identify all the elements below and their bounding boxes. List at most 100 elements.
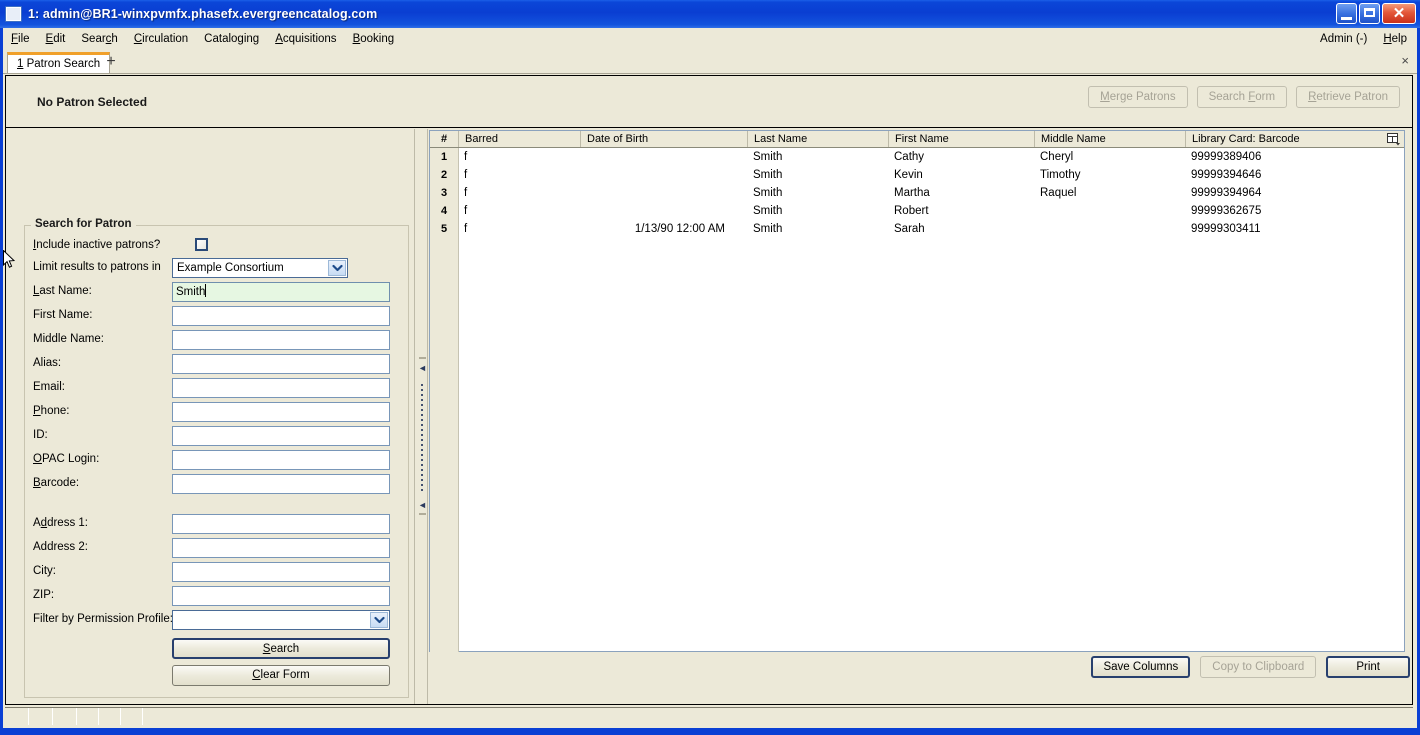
- field-label: Include inactive patrons?: [33, 239, 161, 251]
- save-columns-button[interactable]: Save Columns: [1091, 656, 1191, 678]
- cell-dob: [580, 166, 747, 184]
- permission-profile-select[interactable]: [172, 610, 390, 630]
- column-header-last-name[interactable]: Last Name: [747, 131, 888, 147]
- org-unit-value: Example Consortium: [177, 262, 284, 274]
- middle-name-input[interactable]: [172, 330, 390, 350]
- retrieve-patron-button[interactable]: Retrieve Patron: [1296, 86, 1400, 108]
- cell-first-name: Cathy: [894, 151, 925, 163]
- new-tab-button[interactable]: +: [101, 53, 121, 71]
- window-title: 1: admin@BR1-winxpvmfx.phasefx.evergreen…: [28, 7, 378, 21]
- cell-middle-name: [1034, 202, 1185, 220]
- cell-barred: f: [464, 169, 468, 181]
- application-window: 1: admin@BR1-winxpvmfx.phasefx.evergreen…: [0, 0, 1420, 735]
- close-tab-icon[interactable]: ×: [1401, 53, 1409, 68]
- field-label: Phone:: [33, 405, 70, 417]
- field-label: Email:: [33, 381, 65, 393]
- address-2-input[interactable]: [172, 538, 390, 558]
- menu-bar: File Edit Search Circulation Cataloging …: [3, 28, 1417, 50]
- field-label: Middle Name:: [33, 333, 104, 345]
- fieldset-legend: Search for Patron: [31, 218, 136, 230]
- org-unit-select[interactable]: Example Consortium: [172, 258, 348, 278]
- alias-input[interactable]: [172, 354, 390, 374]
- city-input[interactable]: [172, 562, 390, 582]
- menu-circulation[interactable]: Circulation: [126, 30, 196, 48]
- barcode-input[interactable]: [172, 474, 390, 494]
- menu-help[interactable]: Help: [1375, 30, 1415, 48]
- email-input[interactable]: [172, 378, 390, 398]
- column-picker-icon[interactable]: [1386, 132, 1402, 146]
- row-number: 3: [430, 184, 458, 202]
- search-form-button[interactable]: Search Form: [1196, 86, 1288, 108]
- collapse-left-icon[interactable]: ◄: [418, 364, 427, 373]
- tab-label: Patron Search: [26, 58, 101, 70]
- first-name-input[interactable]: [172, 306, 390, 326]
- merge-patrons-button[interactable]: Merge Patrons: [1088, 86, 1188, 108]
- zip-input[interactable]: [172, 586, 390, 606]
- field-include-inactive: Include inactive patrons?: [25, 236, 410, 256]
- cell-barcode: 99999303411: [1191, 223, 1261, 235]
- menu-edit[interactable]: Edit: [38, 30, 74, 48]
- table-row[interactable]: 4 f Smith Robert 99999362675: [430, 202, 1404, 220]
- column-header-first-name[interactable]: First Name: [888, 131, 1034, 147]
- collapse-right-icon[interactable]: ◄: [418, 501, 427, 510]
- phone-input[interactable]: [172, 402, 390, 422]
- field-label: Address 1:: [33, 517, 88, 529]
- column-header-barred[interactable]: Barred: [458, 131, 580, 147]
- status-segment: [5, 708, 29, 725]
- menu-file[interactable]: File: [3, 30, 38, 48]
- print-button[interactable]: Print: [1326, 656, 1410, 678]
- field-label: Filter by Permission Profile:: [33, 613, 173, 625]
- cell-first-name: Robert: [894, 205, 929, 217]
- cell-barcode: 99999394964: [1191, 187, 1262, 199]
- table-row[interactable]: 2 f Smith Kevin Timothy 99999394646: [430, 166, 1404, 184]
- field-id: ID:: [25, 426, 410, 446]
- minimize-button[interactable]: [1336, 3, 1357, 24]
- table-row[interactable]: 1 f Smith Cathy Cheryl 99999389406: [430, 148, 1404, 166]
- column-header-dob[interactable]: Date of Birth: [580, 131, 747, 147]
- field-label: Barcode:: [33, 477, 80, 489]
- tab-patron-search[interactable]: 1 Patron Search: [7, 52, 111, 73]
- results-pane: # Barred Date of Birth Last Name First N…: [428, 129, 1412, 704]
- column-header-library-card[interactable]: Library Card: Barcode: [1185, 131, 1386, 147]
- table-row[interactable]: 3 f Smith Martha Raquel 99999394964: [430, 184, 1404, 202]
- include-inactive-checkbox[interactable]: [195, 238, 208, 251]
- maximize-button[interactable]: [1359, 3, 1380, 24]
- close-button[interactable]: ✕: [1382, 3, 1416, 24]
- opac-login-input[interactable]: [172, 450, 390, 470]
- status-segment: [77, 708, 99, 725]
- field-middle-name: Middle Name:: [25, 330, 410, 350]
- patron-summary-bar: No Patron Selected Merge Patrons Search …: [6, 76, 1412, 128]
- table-row[interactable]: 5 f 1/13/90 12:00 AM Smith Sarah 9999930…: [430, 220, 1404, 238]
- table-header-row: # Barred Date of Birth Last Name First N…: [430, 131, 1404, 148]
- row-number: 5: [430, 220, 458, 238]
- id-input[interactable]: [172, 426, 390, 446]
- status-segment: [53, 708, 77, 725]
- field-opac-login: OPAC Login:: [25, 450, 410, 470]
- splitter-grip: [421, 384, 423, 494]
- close-icon: ✕: [1392, 5, 1406, 22]
- last-name-value: Smith: [176, 286, 206, 298]
- cell-barcode: 99999389406: [1191, 151, 1262, 163]
- field-label: Last Name:: [33, 285, 92, 297]
- window-controls: ✕: [1336, 3, 1416, 24]
- cell-barred: f: [464, 205, 468, 217]
- column-header-middle-name[interactable]: Middle Name: [1034, 131, 1185, 147]
- cell-last-name: Smith: [753, 151, 783, 163]
- cell-last-name: Smith: [753, 205, 783, 217]
- menu-admin[interactable]: Admin (-): [1312, 30, 1375, 48]
- clear-form-button[interactable]: Clear Form: [172, 665, 390, 686]
- menu-booking[interactable]: Booking: [345, 30, 403, 48]
- address-1-input[interactable]: [172, 514, 390, 534]
- menu-search[interactable]: Search: [73, 30, 125, 48]
- pane-splitter[interactable]: ◄ ◄: [414, 129, 428, 704]
- last-name-input[interactable]: Smith: [172, 282, 390, 302]
- field-label: ID:: [33, 429, 48, 441]
- menu-cataloging[interactable]: Cataloging: [196, 30, 267, 48]
- menu-acquisitions[interactable]: Acquisitions: [267, 30, 344, 48]
- column-header-index[interactable]: #: [430, 131, 458, 147]
- field-limit-results: Limit results to patrons in Example Cons…: [25, 258, 410, 278]
- copy-to-clipboard-button[interactable]: Copy to Clipboard: [1200, 656, 1317, 678]
- field-label: City:: [33, 565, 56, 577]
- search-button[interactable]: Search: [172, 638, 390, 659]
- cell-barred: f: [464, 151, 468, 163]
